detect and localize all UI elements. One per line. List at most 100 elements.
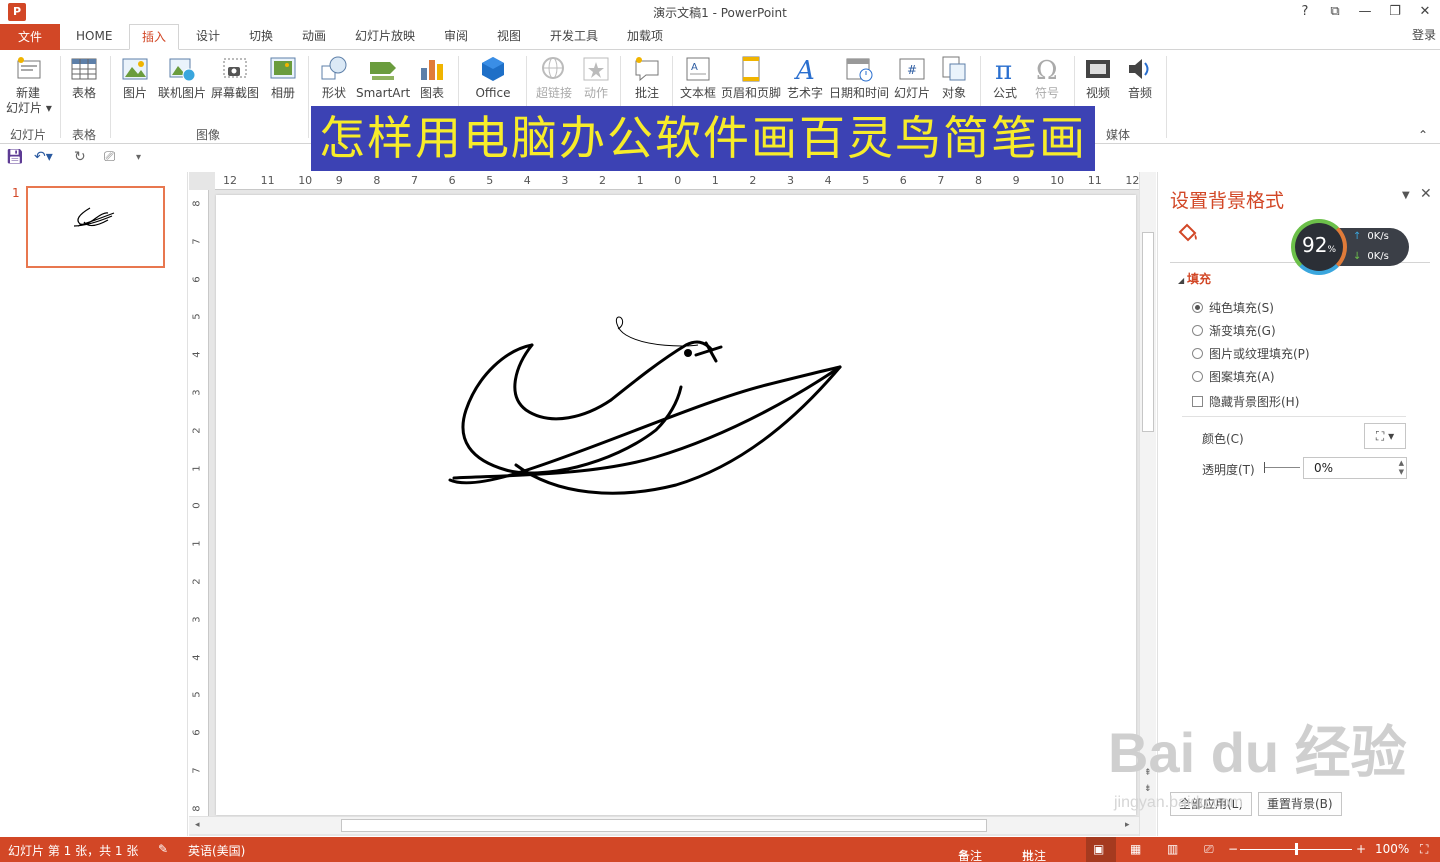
tab-home[interactable]: HOME <box>64 24 124 50</box>
table-button[interactable]: 表格 <box>66 54 102 100</box>
ruler-tick-label: 12 <box>223 174 237 187</box>
tab-developer[interactable]: 开发工具 <box>538 24 610 50</box>
tab-design[interactable]: 设计 <box>184 24 232 50</box>
action-button[interactable]: 动作 <box>580 54 612 100</box>
zoom-in-icon[interactable]: + <box>1356 842 1366 856</box>
help-icon[interactable]: ? <box>1290 0 1320 24</box>
tab-animations[interactable]: 动画 <box>290 24 338 50</box>
tab-slideshow[interactable]: 幻灯片放映 <box>343 24 427 50</box>
tab-addins[interactable]: 加载项 <box>615 24 675 50</box>
present-icon[interactable]: ⎚ <box>104 149 115 165</box>
picture-button[interactable]: 图片 <box>118 54 152 100</box>
undo-icon[interactable]: ↶▾ <box>34 149 53 165</box>
svg-text:π: π <box>995 56 1012 84</box>
reading-view-icon[interactable]: ▥ <box>1167 842 1178 856</box>
color-picker-button[interactable]: ⛶ ▾ <box>1364 423 1406 449</box>
scroll-right-icon[interactable]: ▸ <box>1125 820 1130 830</box>
pane-options-icon[interactable]: ▼ <box>1402 190 1410 201</box>
pane-title: 设置背景格式 <box>1170 190 1285 212</box>
shapes-button[interactable]: 形状 <box>316 54 352 100</box>
checkbox[interactable] <box>1192 396 1203 407</box>
album-button[interactable]: 相册 <box>266 54 300 100</box>
radio-button[interactable] <box>1192 348 1203 359</box>
gradient-fill-radio[interactable]: 渐变填充(G) <box>1192 322 1276 339</box>
ruler-tick-label: 8 <box>191 805 203 812</box>
zoom-slider-knob[interactable] <box>1295 843 1298 855</box>
vertical-scroll-thumb[interactable] <box>1142 232 1154 432</box>
header-footer-button[interactable]: 页眉和页脚 <box>720 54 782 100</box>
radio-button[interactable] <box>1192 371 1203 382</box>
minimize-icon[interactable]: — <box>1350 0 1380 24</box>
office-store-icon <box>482 57 504 81</box>
hyperlink-button[interactable]: 超链接 <box>534 54 574 100</box>
online-picture-button[interactable]: 联机图片 <box>156 54 208 100</box>
textbox-icon: A <box>686 57 710 81</box>
ruler-tick-label: 8 <box>975 174 982 187</box>
transparency-input[interactable]: 0% ▲ ▼ <box>1303 457 1407 479</box>
slide-thumbnail[interactable] <box>26 186 165 268</box>
wordart-button[interactable]: A 艺术字 <box>786 54 824 100</box>
chart-button[interactable]: 图表 <box>416 54 448 100</box>
pane-close-icon[interactable]: ✕ <box>1420 186 1432 202</box>
spinner-arrows-icon[interactable]: ▲ ▼ <box>1399 459 1404 477</box>
ribbon-display-icon[interactable]: ⧉ <box>1320 0 1350 24</box>
audio-button[interactable]: 音频 <box>1122 54 1158 100</box>
tab-review[interactable]: 审阅 <box>432 24 480 50</box>
network-speed-widget[interactable]: 92% ↑ 0K/s ↓ 0K/s <box>1291 219 1409 275</box>
fill-section-header[interactable]: ◢ 填充 <box>1178 270 1211 287</box>
login-link[interactable]: 登录 <box>1412 26 1436 43</box>
ruler-tick-label: 8 <box>373 174 381 187</box>
collapse-ribbon-icon[interactable]: ⌃ <box>1418 128 1428 142</box>
save-icon[interactable]: 💾︎ <box>6 149 24 165</box>
tab-view[interactable]: 视图 <box>485 24 533 50</box>
picture-fill-radio[interactable]: 图片或纹理填充(P) <box>1192 345 1310 362</box>
zoom-out-icon[interactable]: − <box>1228 842 1238 856</box>
language-status[interactable]: 英语(美国) <box>188 842 245 859</box>
equation-button[interactable]: π 公式 <box>988 54 1022 100</box>
picture-icon <box>122 58 148 80</box>
comment-icon <box>635 57 659 82</box>
date-time-button[interactable]: 日期和时间 <box>828 54 890 100</box>
screenshot-button[interactable]: 屏幕截图 <box>210 54 260 100</box>
close-icon[interactable]: ✕ <box>1410 0 1440 24</box>
object-button[interactable]: 对象 <box>936 54 972 100</box>
transparency-slider[interactable] <box>1264 462 1300 473</box>
customize-qat-icon[interactable]: ▾ <box>136 152 141 163</box>
hide-background-checkbox[interactable]: 隐藏背景图形(H) <box>1192 393 1299 410</box>
smartart-button[interactable]: SmartArt <box>356 54 410 100</box>
horizontal-scroll-thumb[interactable] <box>341 819 987 832</box>
solid-fill-radio[interactable]: 纯色填充(S) <box>1192 299 1274 316</box>
horizontal-scrollbar[interactable]: ◂ ▸ <box>189 816 1139 834</box>
pattern-fill-radio[interactable]: 图案填充(A) <box>1192 368 1275 385</box>
tab-insert[interactable]: 插入 <box>129 24 180 50</box>
reset-background-button[interactable]: 重置背景(B) <box>1258 792 1342 816</box>
tab-file[interactable]: 文件 <box>0 24 60 50</box>
slideshow-view-icon[interactable]: ⎚ <box>1204 842 1214 857</box>
zoom-level[interactable]: 100% <box>1375 842 1409 856</box>
redo-icon[interactable]: ↻ <box>74 149 86 165</box>
symbol-button[interactable]: Ω 符号 <box>1030 54 1064 100</box>
video-button[interactable]: 视频 <box>1080 54 1116 100</box>
spellcheck-icon[interactable]: ✎ <box>158 842 168 856</box>
tab-transitions[interactable]: 切换 <box>237 24 285 50</box>
fit-to-window-icon[interactable]: ⛶ <box>1420 842 1428 857</box>
ruler-tick-label: 3 <box>191 616 203 623</box>
bird-drawing <box>448 316 842 495</box>
new-slide-button[interactable]: 新建 幻灯片 ▾ <box>6 54 52 116</box>
comment-button[interactable]: 批注 <box>630 54 664 100</box>
office-addins-button[interactable]: Office <box>472 54 514 100</box>
online-picture-icon <box>169 58 196 82</box>
ruler-tick-label: 7 <box>191 767 203 774</box>
svg-text:A: A <box>691 62 698 73</box>
radio-button[interactable] <box>1192 302 1203 313</box>
slide-number-button[interactable]: # 幻灯片 <box>894 54 930 100</box>
slide-sorter-icon[interactable]: ▦ <box>1130 842 1141 856</box>
textbox-button[interactable]: A 文本框 <box>678 54 718 100</box>
normal-view-icon[interactable]: ▣ <box>1093 842 1104 856</box>
radio-button[interactable] <box>1192 325 1203 336</box>
fill-bucket-icon[interactable] <box>1174 220 1200 246</box>
slide-canvas[interactable] <box>216 195 1136 815</box>
scroll-left-icon[interactable]: ◂ <box>195 820 200 830</box>
restore-icon[interactable]: ❐ <box>1380 0 1410 24</box>
bird-eye <box>684 349 692 357</box>
